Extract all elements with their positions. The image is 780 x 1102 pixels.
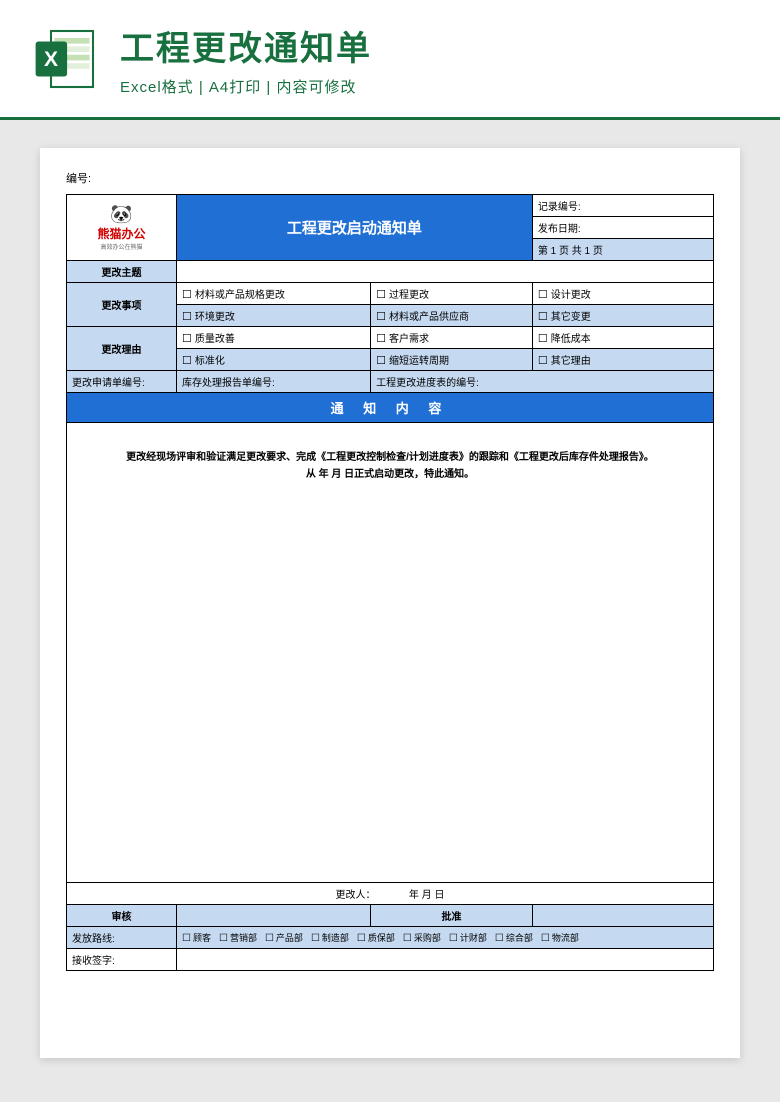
panda-icon: 🐼 bbox=[72, 204, 171, 225]
notice-header: 通 知 内 容 bbox=[331, 401, 450, 416]
excel-icon: X bbox=[30, 24, 100, 94]
chk-item-5[interactable]: 材料或产品供应商 bbox=[371, 305, 533, 327]
approve-label: 批准 bbox=[441, 912, 461, 923]
items-label: 更改事项 bbox=[101, 301, 141, 312]
route-label: 发放路线: bbox=[72, 934, 115, 945]
chk-item-2[interactable]: 过程更改 bbox=[371, 283, 533, 305]
chk-reason-6[interactable]: 其它理由 bbox=[532, 349, 713, 371]
chk-reason-4[interactable]: 标准化 bbox=[176, 349, 370, 371]
document-page: 编号: 🐼 熊猫办公 高效办公在熊猫 工程更改启动通知单 记录编号: 发布日期:… bbox=[40, 148, 740, 1058]
chk-reason-2[interactable]: 客户需求 bbox=[371, 327, 533, 349]
chk-item-6[interactable]: 其它变更 bbox=[532, 305, 713, 327]
changer-label: 更改人： bbox=[336, 890, 376, 901]
issue-date-label: 发布日期: bbox=[538, 224, 581, 235]
header-subtitle: Excel格式 | A4打印 | 内容可修改 bbox=[120, 76, 750, 97]
progress-label: 工程更改进度表的编号: bbox=[376, 378, 479, 389]
chk-item-3[interactable]: 设计更改 bbox=[532, 283, 713, 305]
subject-input[interactable] bbox=[176, 261, 713, 283]
logo-brand: 熊猫办公 bbox=[72, 225, 171, 242]
subject-label: 更改主题 bbox=[101, 268, 141, 279]
record-no-label: 记录编号: bbox=[538, 202, 581, 213]
receive-label: 接收签字: bbox=[72, 956, 115, 967]
chk-reason-3[interactable]: 降低成本 bbox=[532, 327, 713, 349]
chk-item-1[interactable]: 材料或产品规格更改 bbox=[176, 283, 370, 305]
logo-slogan: 高效办公在熊猫 bbox=[72, 242, 171, 251]
chk-reason-1[interactable]: 质量改善 bbox=[176, 327, 370, 349]
template-header: X 工程更改通知单 Excel格式 | A4打印 | 内容可修改 bbox=[0, 0, 780, 120]
department-list: 顾客营销部产品部制造部质保部采购部计财部综合部物流部 bbox=[176, 927, 713, 949]
stock-report-label: 库存处理报告单编号: bbox=[182, 378, 275, 389]
page-info: 第 1 页 共 1 页 bbox=[538, 246, 603, 257]
form-table: 🐼 熊猫办公 高效办公在熊猫 工程更改启动通知单 记录编号: 发布日期: 第 1… bbox=[66, 194, 714, 971]
audit-input[interactable] bbox=[176, 905, 370, 927]
form-title: 工程更改启动通知单 bbox=[287, 220, 422, 237]
date-template: 年 月 日 bbox=[409, 890, 445, 901]
reason-label: 更改理由 bbox=[101, 345, 141, 356]
apply-no-label: 更改申请单编号: bbox=[72, 378, 145, 389]
header-title: 工程更改通知单 bbox=[120, 21, 750, 70]
receive-input[interactable] bbox=[176, 949, 713, 971]
approve-input[interactable] bbox=[532, 905, 713, 927]
doc-number-label: 编号: bbox=[66, 170, 714, 186]
chk-reason-5[interactable]: 缩短运转周期 bbox=[371, 349, 533, 371]
audit-label: 审核 bbox=[111, 912, 131, 923]
notice-content: 更改经现场评审和验证满足更改要求、完成《工程更改控制检查/计划进度表》的跟踪和《… bbox=[67, 423, 714, 883]
chk-item-4[interactable]: 环境更改 bbox=[176, 305, 370, 327]
svg-text:X: X bbox=[44, 48, 58, 71]
